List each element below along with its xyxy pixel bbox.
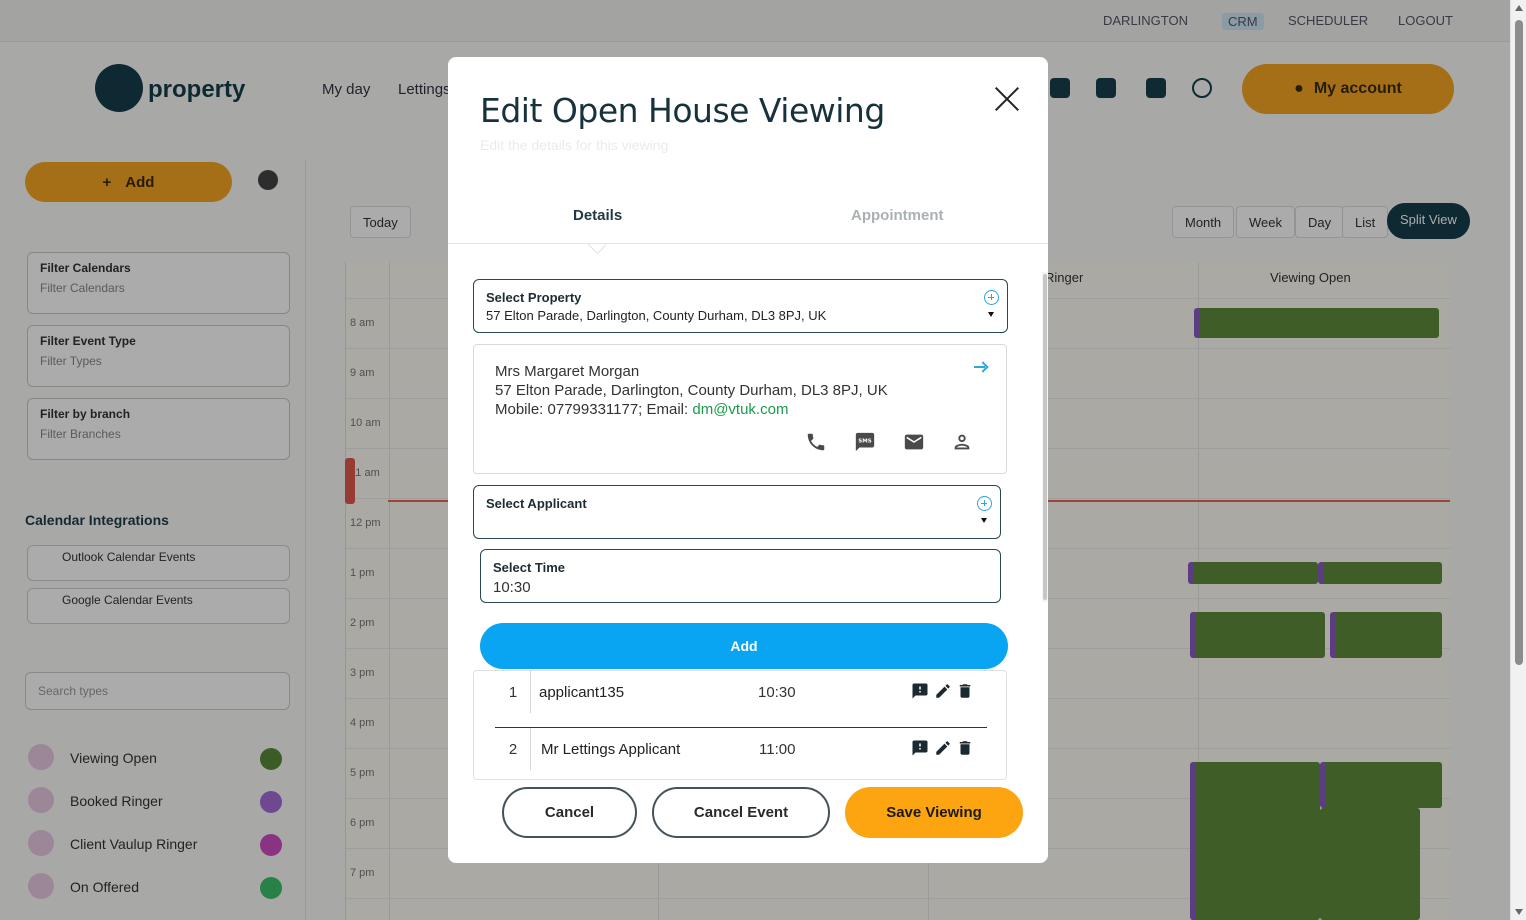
person-icon[interactable] bbox=[951, 431, 973, 453]
email-icon[interactable] bbox=[903, 431, 925, 453]
chevron-down-icon[interactable] bbox=[981, 518, 987, 523]
owner-contact-text: Mobile: 07799331177; Email: bbox=[495, 401, 693, 418]
edit-icon[interactable] bbox=[934, 739, 952, 757]
scroll-down-icon[interactable] bbox=[1515, 909, 1523, 915]
modal-subtitle: Edit the details for this viewing bbox=[480, 137, 669, 153]
sms-icon[interactable]: SMS bbox=[854, 431, 876, 453]
modal-scrollbar-thumb[interactable] bbox=[1043, 274, 1047, 600]
add-applicant-button[interactable]: Add bbox=[480, 623, 1008, 669]
applicant-time: 10:30 bbox=[758, 684, 796, 701]
delete-icon[interactable] bbox=[956, 682, 974, 700]
edit-viewing-modal: Edit Open House Viewing Edit the details… bbox=[448, 57, 1048, 863]
property-owner-card: Mrs Margaret Morgan 57 Elton Parade, Dar… bbox=[473, 344, 1007, 474]
select-time-label: Select Time bbox=[493, 560, 566, 575]
row-separator bbox=[530, 671, 531, 713]
applicant-number: 2 bbox=[508, 741, 518, 758]
select-time-field[interactable]: Select Time 10:30 bbox=[480, 549, 1001, 603]
applicant-number: 1 bbox=[508, 684, 518, 701]
owner-contact: Mobile: 07799331177; Email: dm@vtuk.com bbox=[495, 401, 788, 418]
window-scrollbar[interactable] bbox=[1510, 0, 1526, 920]
tab-details[interactable]: Details bbox=[573, 207, 622, 224]
tab-divider bbox=[448, 243, 1048, 244]
modal-scrollbar[interactable] bbox=[1042, 272, 1048, 602]
owner-address: 57 Elton Parade, Darlington, County Durh… bbox=[495, 382, 888, 399]
select-applicant-label: Select Applicant bbox=[486, 496, 587, 511]
owner-name: Mrs Margaret Morgan bbox=[495, 363, 640, 380]
cancel-button[interactable]: Cancel bbox=[502, 787, 637, 838]
feedback-icon[interactable] bbox=[911, 739, 929, 757]
tab-appointment[interactable]: Appointment bbox=[851, 207, 943, 224]
feedback-icon[interactable] bbox=[911, 682, 929, 700]
modal-title: Edit Open House Viewing bbox=[480, 91, 885, 130]
edit-icon[interactable] bbox=[934, 682, 952, 700]
select-property-label: Select Property bbox=[486, 290, 582, 305]
applicant-name: Mr Lettings Applicant bbox=[541, 741, 681, 758]
arrow-right-icon[interactable] bbox=[974, 360, 988, 374]
select-property-value: 57 Elton Parade, Darlington, County Durh… bbox=[486, 308, 827, 323]
owner-email-link[interactable]: dm@vtuk.com bbox=[692, 401, 788, 418]
chevron-down-icon[interactable] bbox=[988, 312, 994, 317]
scrollbar-thumb[interactable] bbox=[1515, 20, 1523, 665]
svg-text:SMS: SMS bbox=[858, 438, 871, 444]
add-applicant-icon[interactable] bbox=[977, 496, 992, 511]
applicant-name: applicant135 bbox=[539, 684, 625, 701]
cancel-event-button[interactable]: Cancel Event bbox=[652, 787, 830, 838]
applicant-list: 1 applicant135 10:30 2 Mr Lettings Appli… bbox=[473, 670, 1007, 780]
applicant-time: 11:00 bbox=[759, 741, 796, 758]
select-property-field[interactable]: Select Property 57 Elton Parade, Darling… bbox=[473, 279, 1008, 333]
select-time-value: 10:30 bbox=[493, 579, 531, 596]
applicant-row: 2 Mr Lettings Applicant 11:00 bbox=[495, 728, 987, 770]
select-applicant-field[interactable]: Select Applicant bbox=[473, 485, 1001, 539]
add-property-icon[interactable] bbox=[984, 290, 999, 305]
phone-icon[interactable] bbox=[805, 431, 827, 453]
applicant-row: 1 applicant135 10:30 bbox=[495, 671, 987, 713]
save-viewing-button[interactable]: Save Viewing bbox=[845, 787, 1023, 838]
row-separator bbox=[530, 728, 531, 770]
delete-icon[interactable] bbox=[956, 739, 974, 757]
scroll-up-icon[interactable] bbox=[1515, 5, 1523, 11]
active-tab-caret-icon bbox=[588, 244, 606, 254]
close-icon[interactable] bbox=[993, 85, 1021, 113]
